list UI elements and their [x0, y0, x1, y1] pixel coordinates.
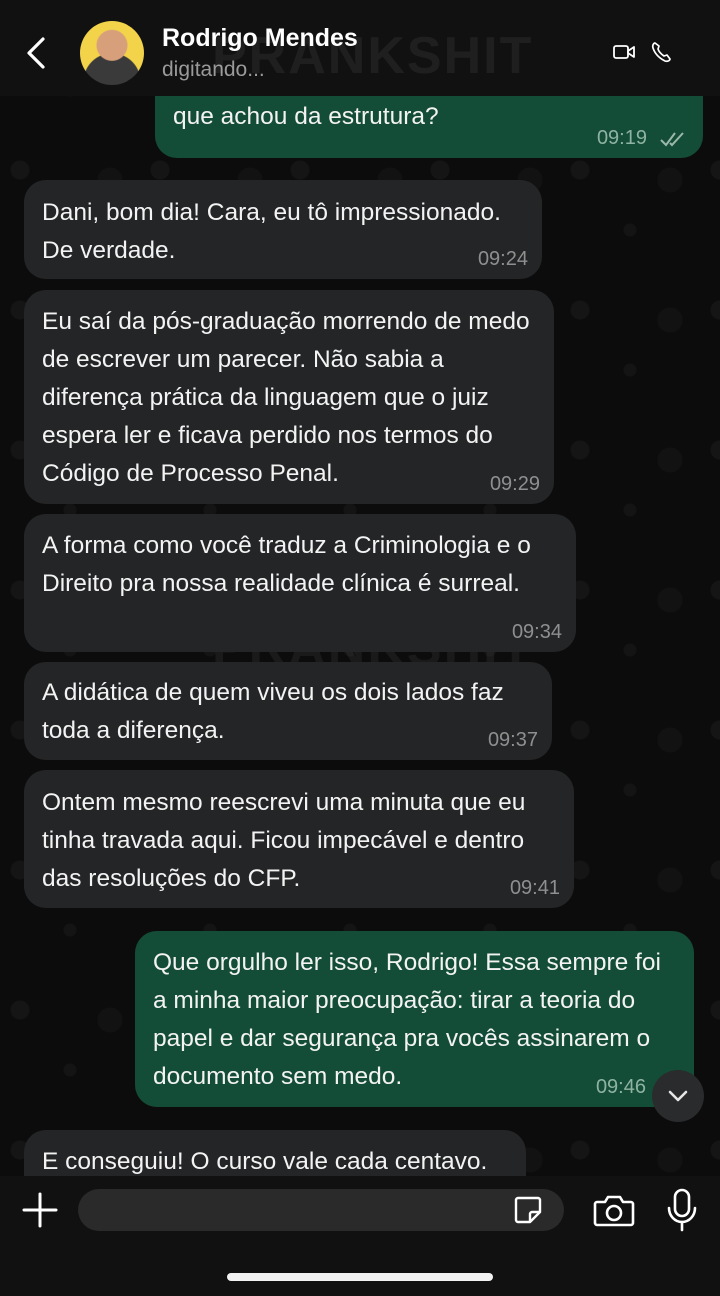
plus-icon[interactable] — [20, 1190, 60, 1230]
message-bubble-incoming[interactable]: Ontem mesmo reescrevi uma minuta que eu … — [24, 770, 574, 908]
message-time: 09:19 — [596, 127, 647, 149]
message-text: Que orgulho ler isso, Rodrigo! Essa semp… — [153, 949, 661, 1090]
video-call-icon[interactable] — [612, 42, 636, 62]
scroll-down-button[interactable] — [652, 1070, 704, 1122]
microphone-icon[interactable] — [665, 1188, 699, 1232]
typing-status: digitando... — [162, 58, 265, 81]
message-bubble-outgoing[interactable]: Que orgulho ler isso, Rodrigo! Essa semp… — [135, 931, 694, 1107]
message-time: 09:41 — [509, 877, 560, 899]
message-text: A forma como você traduz a Criminologia … — [42, 532, 531, 597]
contact-name[interactable]: Rodrigo Mendes — [162, 24, 358, 53]
message-bubble-incoming[interactable]: Dani, bom dia! Cara, eu tô impressionado… — [24, 180, 542, 279]
message-input[interactable] — [78, 1189, 564, 1231]
message-bubble-incoming[interactable]: A forma como você traduz a Criminologia … — [24, 514, 576, 652]
message-text: Ontem mesmo reescrevi uma minuta que eu … — [42, 789, 526, 892]
camera-icon[interactable] — [593, 1192, 635, 1228]
home-indicator — [227, 1273, 493, 1281]
chat-header: Rodrigo Mendes digitando... PRANKSHIT — [0, 0, 720, 96]
back-arrow-icon — [27, 37, 45, 69]
sticker-icon[interactable] — [512, 1194, 544, 1226]
message-time: 09:46 — [595, 1076, 646, 1098]
avatar[interactable] — [80, 21, 144, 85]
message-text: Dani, bom dia! Cara, eu tô impressionado… — [42, 199, 501, 264]
message-time: 09:37 — [487, 729, 538, 751]
back-button[interactable] — [18, 30, 54, 76]
chevron-down-icon — [668, 1090, 688, 1102]
message-time: 09:34 — [511, 621, 562, 643]
message-time: 09:29 — [489, 473, 540, 495]
message-text: A didática de quem viveu os dois lados f… — [42, 679, 504, 744]
message-text: Eu saí da pós-graduação morrendo de medo… — [42, 308, 530, 487]
message-time: 09:24 — [477, 248, 528, 270]
message-bubble-incoming[interactable]: Eu saí da pós-graduação morrendo de medo… — [24, 290, 554, 504]
phone-icon[interactable] — [650, 40, 672, 64]
message-bubble-incoming[interactable]: A didática de quem viveu os dois lados f… — [24, 662, 552, 760]
double-check-icon — [660, 132, 684, 147]
